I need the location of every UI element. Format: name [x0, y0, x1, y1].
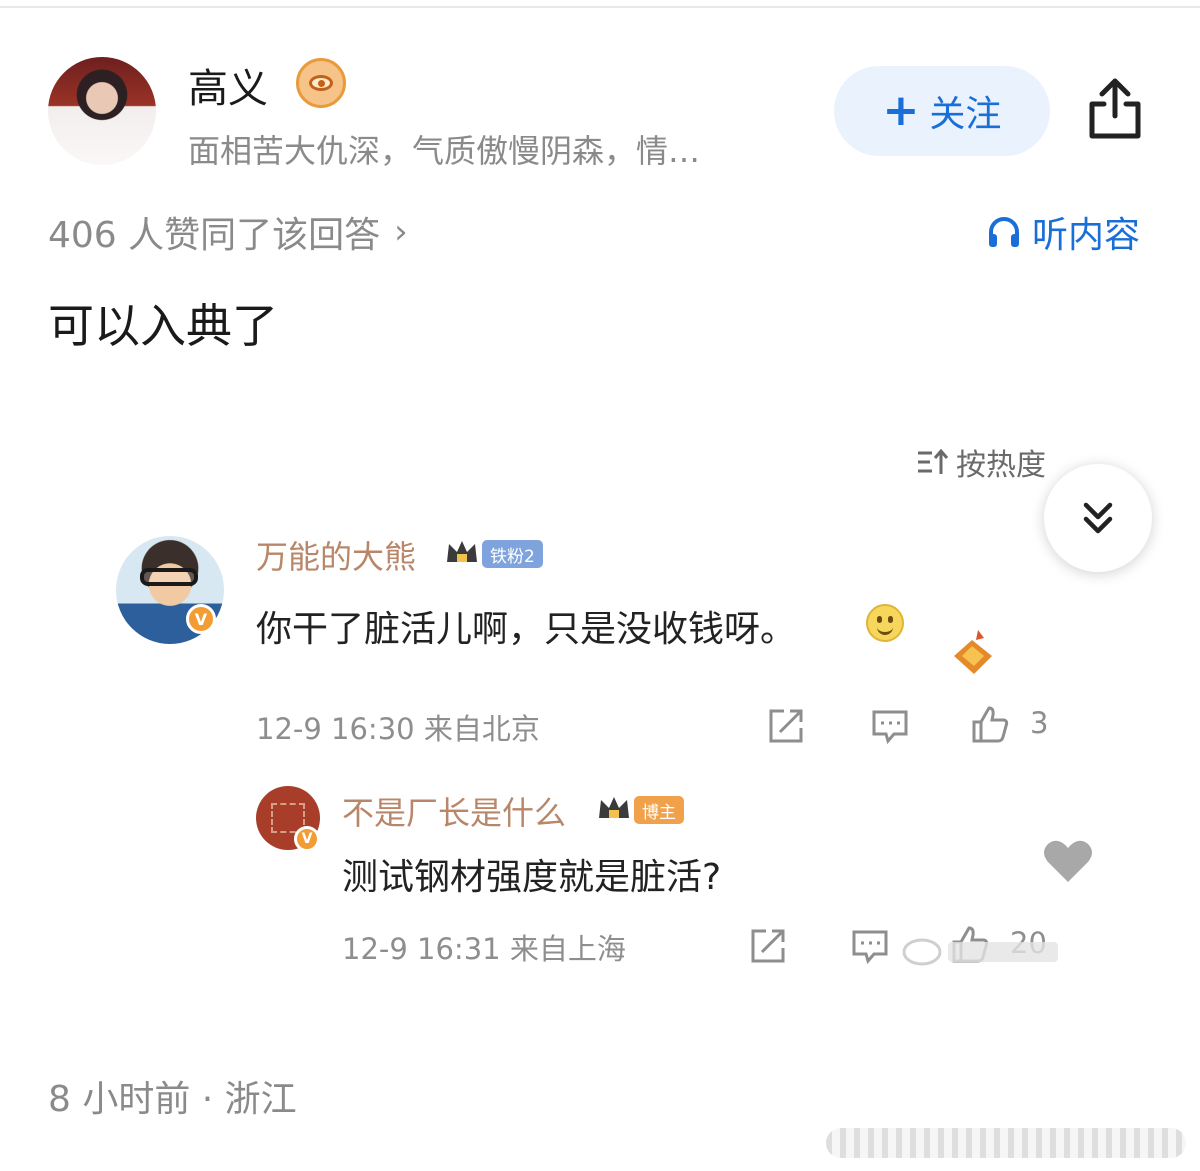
watermark-bar: [826, 1128, 1186, 1158]
comment-text: 你干了脏活儿啊，只是没收钱呀。: [256, 609, 797, 650]
reply-text: 测试钢材强度就是脏活?: [342, 857, 722, 898]
sort-label-text: 按热度: [956, 448, 1046, 483]
verified-icon: V: [294, 826, 320, 852]
likes-summary[interactable]: 406 人赞同了该回答 ›: [48, 206, 408, 258]
comment-icon: [852, 930, 888, 965]
sort-icon: [918, 448, 949, 474]
crown-icon: [599, 797, 629, 818]
thumbs-up-icon: [972, 706, 1009, 743]
top-divider: [0, 6, 1200, 8]
smile-emoji-icon: [866, 604, 904, 642]
reply-meta: 12-9 16:31 来自上海: [342, 932, 626, 966]
author-name[interactable]: 高义: [188, 56, 268, 114]
comment-meta: 12-9 16:30 来自北京: [256, 712, 540, 746]
follow-label: 关注: [929, 94, 1002, 135]
commenter-name: 万能的大熊: [256, 538, 417, 576]
repost-icon: [751, 929, 785, 963]
author-description: 面相苦大仇深，气质傲慢阴森，情…: [188, 132, 701, 170]
gift-icon: [954, 630, 992, 674]
sort-by-hot: 按热度: [916, 440, 1046, 484]
blogger-tag: 博主: [634, 796, 684, 824]
fan-level-tag: 铁粉2: [482, 540, 543, 568]
author-avatar[interactable]: [48, 57, 156, 165]
plus-icon: +: [882, 85, 920, 136]
watermark-icon: [902, 938, 1058, 966]
heart-icon: [1044, 840, 1092, 882]
crown-icon: [447, 541, 477, 562]
double-chevron-down-icon: [1083, 502, 1113, 534]
comment-icon: [872, 710, 908, 745]
share-icon[interactable]: [1084, 76, 1146, 142]
verified-icon: V: [186, 604, 216, 634]
listen-button[interactable]: 听内容: [986, 206, 1140, 258]
chevron-right-icon: ›: [394, 212, 408, 252]
repost-icon: [769, 709, 803, 743]
like-count: 3: [1030, 706, 1049, 740]
answer-text: 可以入典了: [48, 299, 278, 353]
replier-name: 不是厂长是什么: [342, 794, 567, 832]
collapse-button[interactable]: [1044, 464, 1152, 572]
follow-button[interactable]: + 关注: [834, 66, 1050, 156]
eye-badge-icon: [296, 58, 346, 108]
post-time-location: 8 小时前 · 浙江: [48, 1079, 297, 1120]
glasses-icon: [140, 568, 198, 586]
likes-text: 406 人赞同了该回答: [48, 215, 381, 256]
headphone-icon: [989, 217, 1019, 247]
listen-label: 听内容: [1032, 215, 1141, 256]
